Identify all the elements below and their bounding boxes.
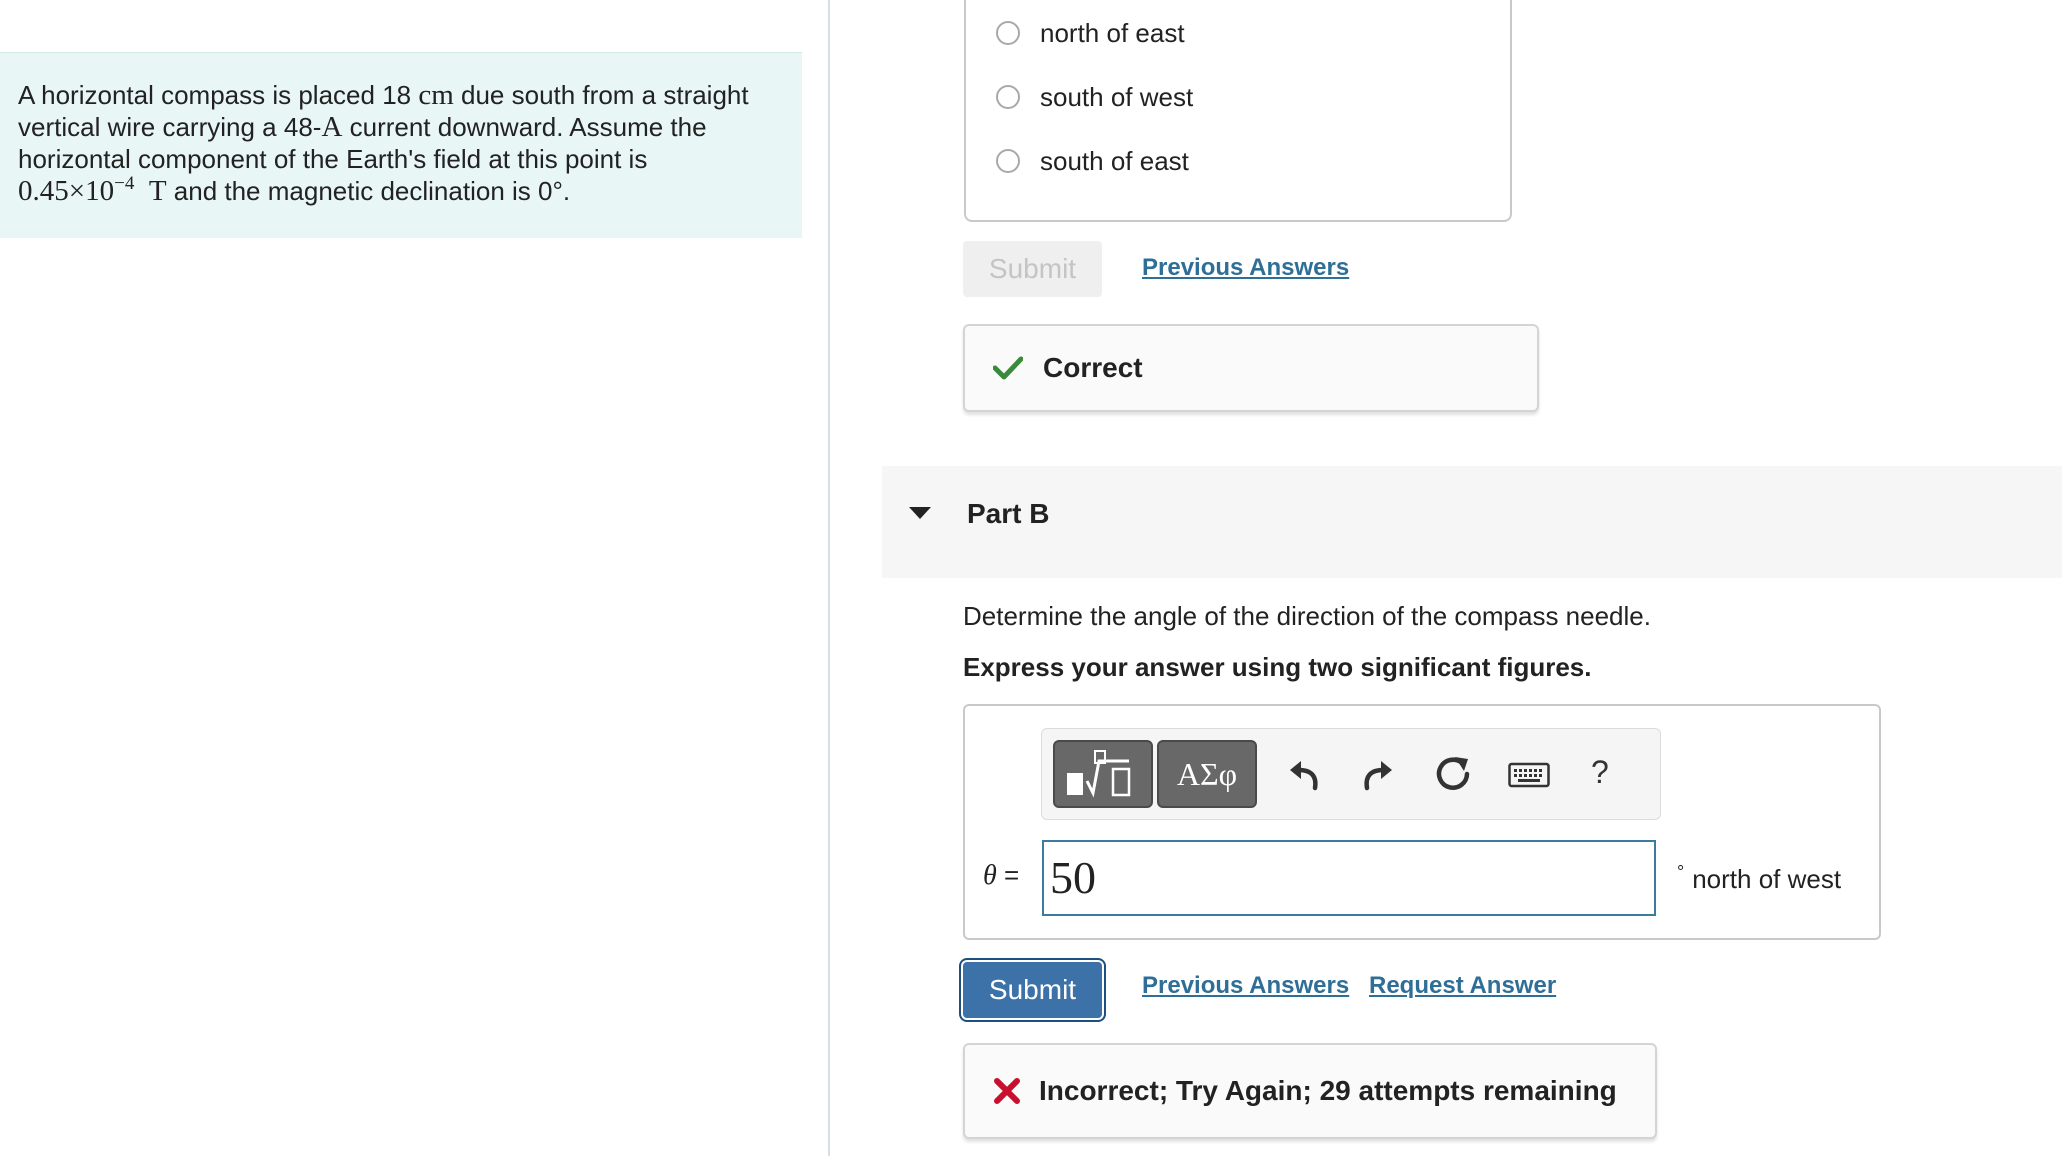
reset-icon[interactable] <box>1435 755 1473 793</box>
answer-unit: ° north of west <box>1677 862 1841 895</box>
problem-text-1: A horizontal compass is placed 18 <box>18 80 419 110</box>
part-b-submit-button[interactable]: Submit <box>963 962 1102 1018</box>
choice-label: south of west <box>1040 81 1194 112</box>
problem-statement: A horizontal compass is placed 18 cm due… <box>0 52 802 238</box>
degree-symbol: ° <box>1677 862 1685 882</box>
field-mantissa: 0.45×10 <box>18 175 115 207</box>
caret-down-icon[interactable] <box>909 507 931 519</box>
part-a-feedback: Correct <box>963 324 1539 412</box>
choice-label: north of east <box>1040 17 1185 48</box>
templates-button[interactable] <box>1053 740 1153 808</box>
pane-divider <box>828 0 830 1156</box>
part-a-choices: north of east south of west south of eas… <box>964 0 1512 222</box>
answer-variable-label: θ = <box>983 860 1019 892</box>
check-icon <box>993 356 1023 380</box>
problem-text-4: and the magnetic declination is 0°. <box>166 176 571 206</box>
radio-button[interactable] <box>996 21 1020 45</box>
x-mark-icon <box>994 1078 1020 1104</box>
feedback-message: Incorrect; Try Again; 29 attempts remain… <box>1039 1075 1617 1106</box>
part-b-header[interactable]: Part B <box>882 466 2062 578</box>
problem-pane: A horizontal compass is placed 18 cm due… <box>0 0 828 1156</box>
field-exponent: −4 <box>114 173 135 194</box>
radio-button[interactable] <box>996 149 1020 173</box>
request-answer-link[interactable]: Request Answer <box>1369 972 1556 1000</box>
direction-label: north of west <box>1692 864 1842 894</box>
part-b-question: Determine the angle of the direction of … <box>963 601 1651 631</box>
field-value: 0.45×10−4 T <box>18 173 167 207</box>
choice-south-of-west[interactable]: south of west <box>996 77 1193 117</box>
redo-icon[interactable] <box>1361 757 1395 791</box>
part-a-submit-button[interactable]: Submit <box>963 241 1102 297</box>
templates-icon <box>1067 750 1131 798</box>
unit-ampere: A <box>321 111 343 143</box>
keyboard-icon[interactable] <box>1508 761 1550 789</box>
greek-label: ΑΣφ <box>1176 755 1238 792</box>
choice-south-of-east[interactable]: south of east <box>996 141 1189 181</box>
part-b-feedback: Incorrect; Try Again; 29 attempts remain… <box>963 1043 1657 1139</box>
part-b-instruction: Express your answer using two significan… <box>963 652 1592 682</box>
radio-button[interactable] <box>996 85 1020 109</box>
choice-label: south of east <box>1040 145 1189 176</box>
part-title: Part B <box>967 498 1050 529</box>
part-b-previous-answers-link[interactable]: Previous Answers <box>1142 972 1349 1000</box>
theta-symbol: θ <box>983 860 997 891</box>
unit-cm: cm <box>418 79 454 111</box>
choice-north-of-east[interactable]: north of east <box>996 13 1185 53</box>
answer-input[interactable]: 50 <box>1042 840 1656 916</box>
unit-tesla: T <box>148 175 167 207</box>
help-button[interactable]: ? <box>1591 754 1609 791</box>
greek-symbols-button[interactable]: ΑΣφ <box>1157 740 1257 808</box>
feedback-message: Correct <box>1043 352 1143 383</box>
equals-sign: = <box>996 860 1020 890</box>
answer-box: ΑΣφ ? θ = 50 ° north of west <box>963 704 1881 940</box>
undo-icon[interactable] <box>1287 757 1321 791</box>
math-toolbar: ΑΣφ ? <box>1041 728 1661 820</box>
part-a-previous-answers-link[interactable]: Previous Answers <box>1142 254 1349 282</box>
